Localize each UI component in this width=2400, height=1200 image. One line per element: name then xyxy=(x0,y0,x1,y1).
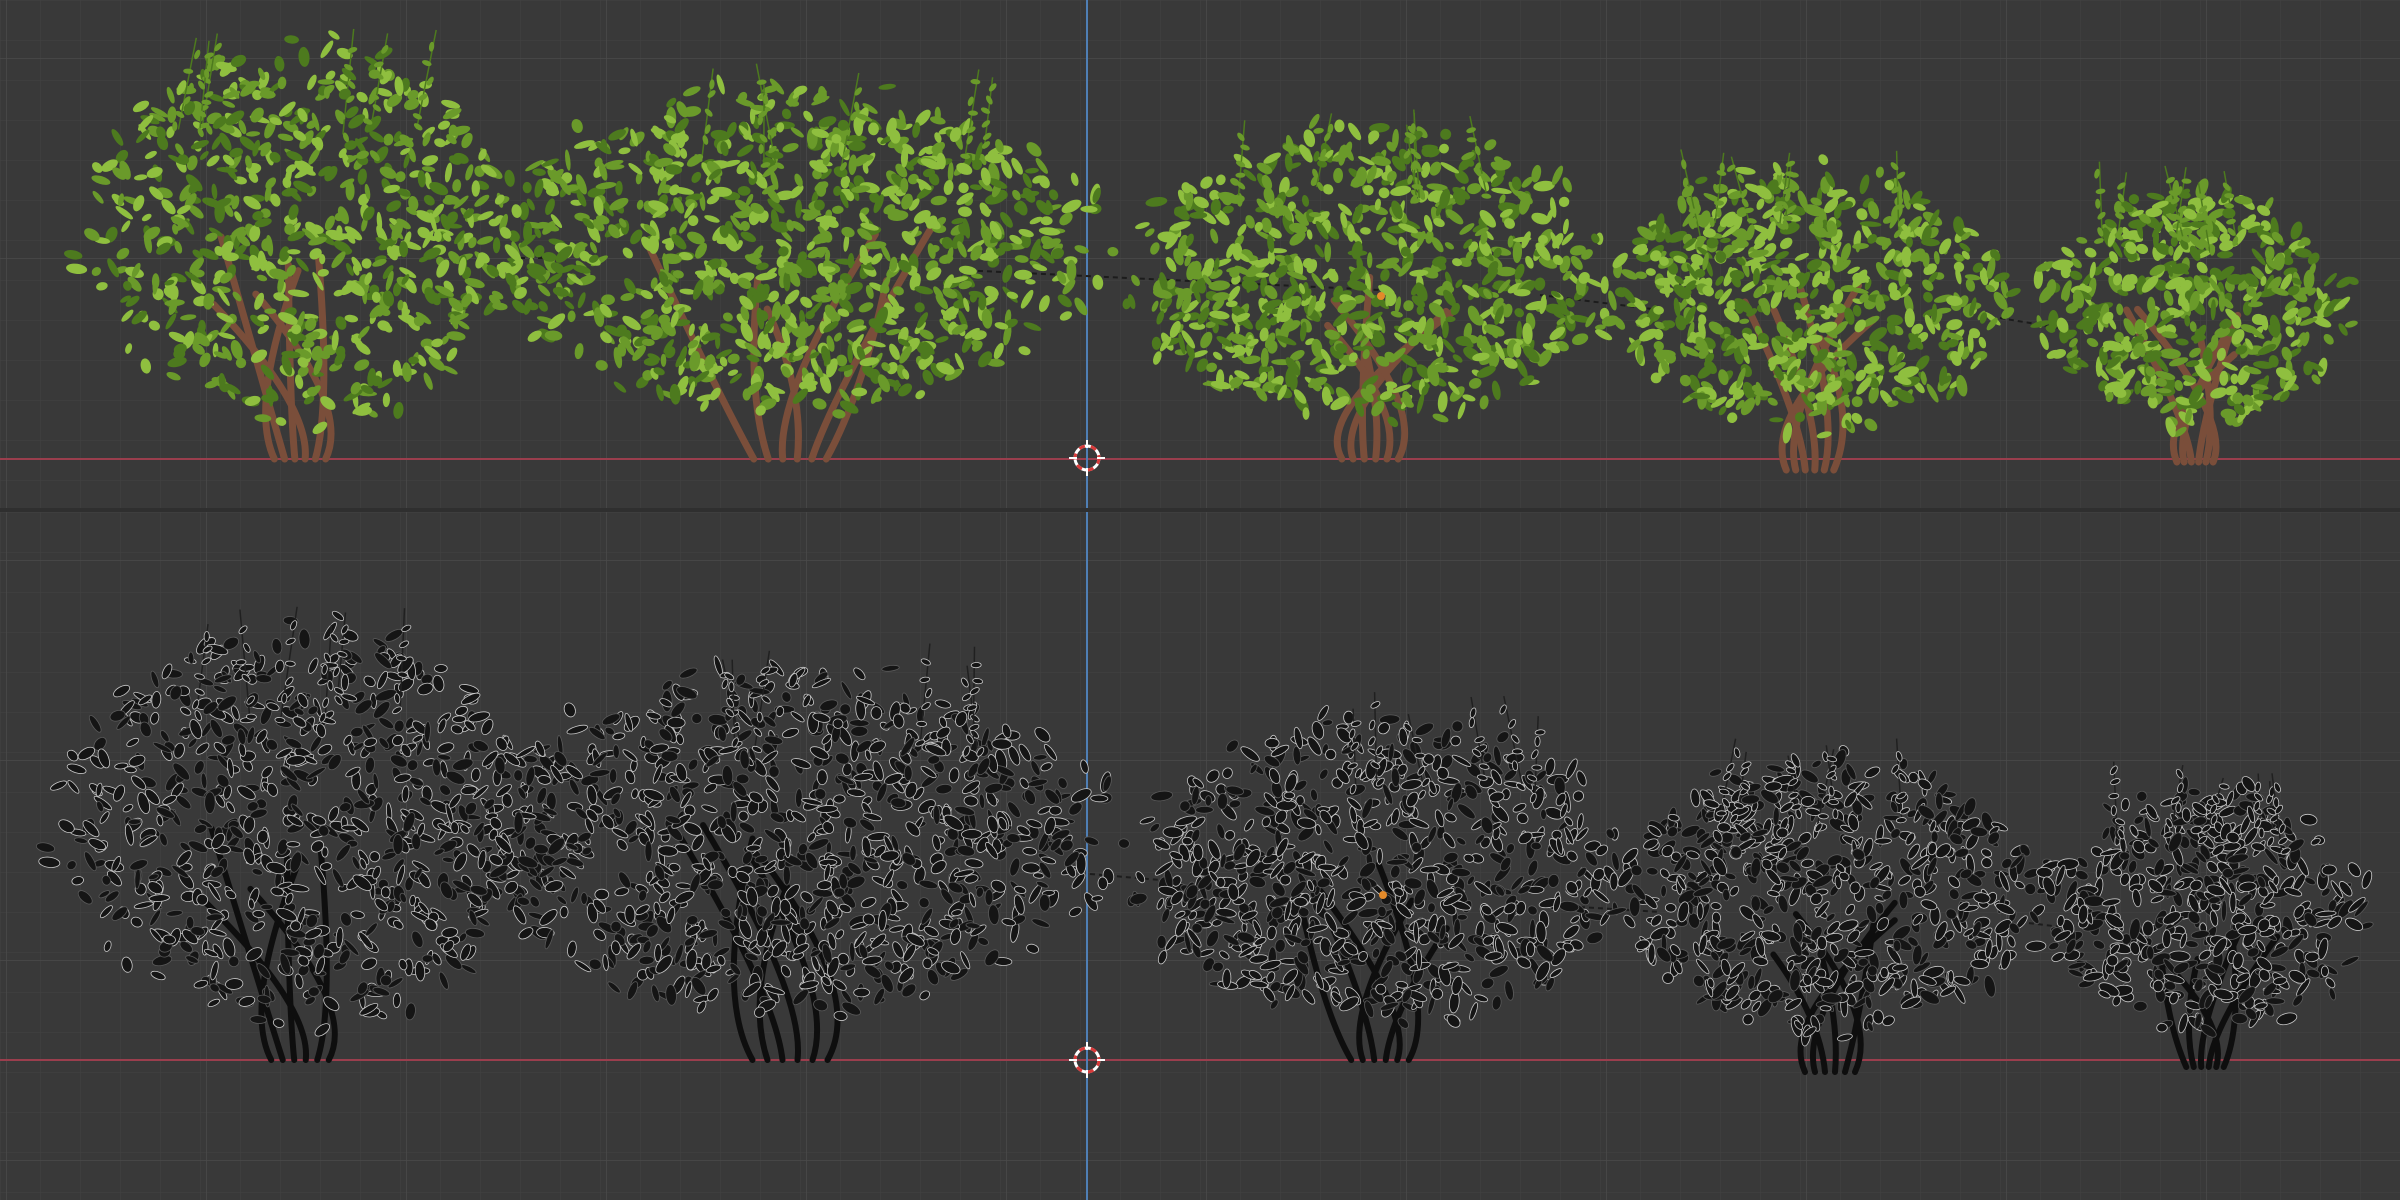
viewport-bottom-wireframe[interactable] xyxy=(0,512,2400,1200)
blender-viewport[interactable] xyxy=(0,0,2400,1200)
viewport-top-material[interactable] xyxy=(0,0,2400,508)
object-origin-icon[interactable] xyxy=(1377,292,1385,300)
object-origin-icon[interactable] xyxy=(1379,891,1387,899)
grid-major xyxy=(0,0,2400,508)
viewport-bottom-canvas[interactable] xyxy=(0,512,2400,1200)
viewport-top-canvas[interactable] xyxy=(0,0,2400,508)
